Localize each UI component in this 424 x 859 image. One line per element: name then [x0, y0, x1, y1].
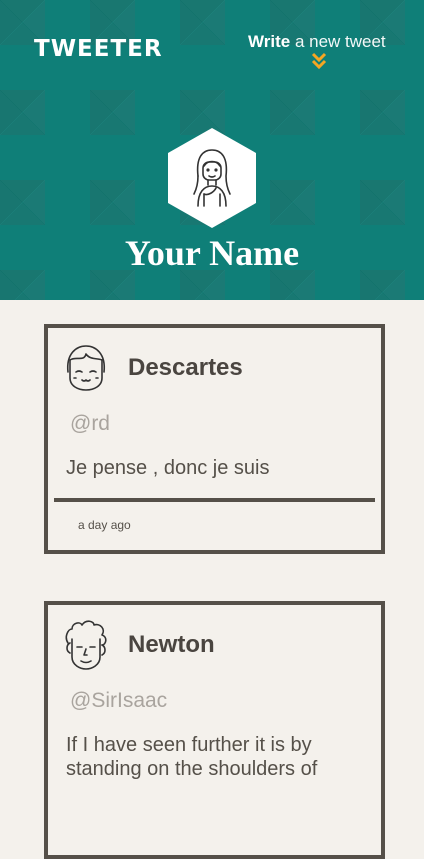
profile-avatar: [168, 128, 256, 228]
tweet-card: Descartes @rd Je pense , donc je suis a …: [44, 324, 385, 554]
tweet-author-name[interactable]: Newton: [128, 631, 215, 659]
avatar: [66, 345, 106, 391]
tweet-author-handle[interactable]: @rd: [70, 412, 110, 436]
double-chevron-down-icon[interactable]: [311, 52, 327, 70]
tweet-text: Je pense , donc je suis: [66, 457, 270, 479]
avatar: [65, 620, 107, 670]
tweet-author-name[interactable]: Descartes: [128, 354, 243, 382]
tweet-text: If I have seen further it is by standing…: [66, 734, 318, 780]
tweet-author-handle[interactable]: @SirIsaac: [70, 689, 167, 713]
profile-name: Your Name: [124, 233, 300, 273]
tweet-card: Newton @SirIsaac If I have seen further …: [44, 601, 385, 859]
write-label-strong: Write: [248, 32, 291, 51]
write-label-rest: a new tweet: [294, 32, 386, 51]
write-tweet-link[interactable]: Write a new tweet: [248, 32, 386, 52]
app-logo[interactable]: TWEETER: [34, 36, 163, 62]
profile-header: TWEETER Write a new tweet Your Name: [0, 0, 424, 300]
tweet-divider: [54, 498, 375, 502]
tweet-timestamp: a day ago: [78, 518, 131, 532]
